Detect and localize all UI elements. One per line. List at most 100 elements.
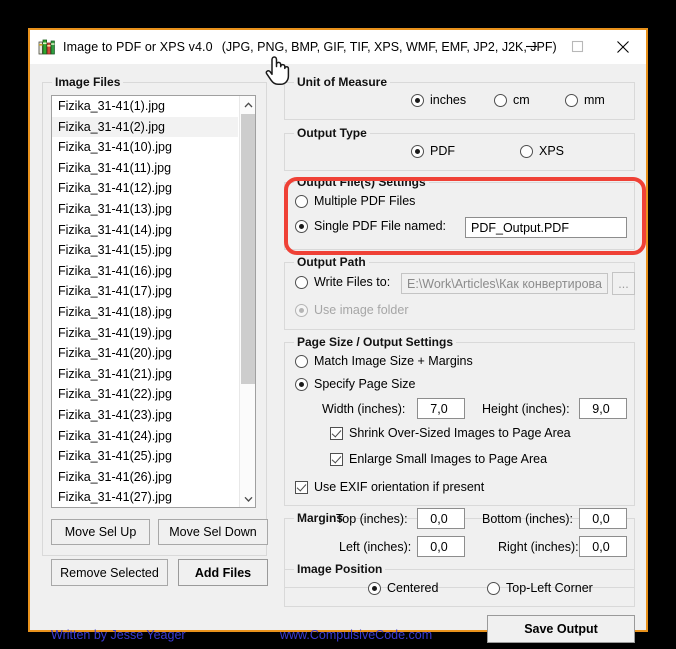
list-item[interactable]: Fizika_31-41(1).jpg	[52, 96, 238, 117]
single-pdf-file-radio[interactable]: Single PDF File named:	[295, 219, 446, 233]
shrink-oversized-label: Shrink Over-Sized Images to Page Area	[349, 426, 571, 440]
books-icon	[38, 38, 56, 56]
list-item[interactable]: Fizika_31-41(21).jpg	[52, 364, 238, 385]
list-item[interactable]: Fizika_31-41(13).jpg	[52, 199, 238, 220]
margin-bottom-label: Bottom (inches):	[482, 512, 574, 526]
list-item[interactable]: Fizika_31-41(18).jpg	[52, 302, 238, 323]
write-files-to-radio[interactable]: Write Files to:	[295, 275, 390, 289]
margin-left-value: 0,0	[430, 539, 448, 554]
list-item[interactable]: Fizika_31-41(10).jpg	[52, 137, 238, 158]
position-top-left-radio[interactable]: Top-Left Corner	[487, 581, 593, 595]
position-top-left-label: Top-Left Corner	[506, 581, 593, 595]
listbox-scrollbar[interactable]	[239, 96, 255, 507]
remove-selected-button[interactable]: Remove Selected	[51, 559, 168, 586]
unit-mm-label: mm	[584, 93, 605, 107]
website-link[interactable]: www.CompulsiveCode.com	[280, 628, 432, 642]
add-files-button[interactable]: Add Files	[178, 559, 268, 586]
list-item[interactable]: Fizika_31-41(27).jpg	[52, 487, 238, 507]
margin-bottom-input[interactable]: 0,0	[579, 508, 627, 529]
margin-top-input[interactable]: 0,0	[417, 508, 465, 529]
list-item[interactable]: Fizika_31-41(20).jpg	[52, 343, 238, 364]
use-image-folder-radio[interactable]: Use image folder	[295, 303, 409, 317]
checkbox-indicator	[330, 426, 343, 440]
list-item[interactable]: Fizika_31-41(14).jpg	[52, 220, 238, 241]
radio-indicator	[520, 144, 533, 158]
author-link[interactable]: Written by Jesse Yeager	[51, 628, 186, 642]
list-item[interactable]: Fizika_31-41(26).jpg	[52, 467, 238, 488]
multiple-pdf-files-label: Multiple PDF Files	[314, 194, 416, 208]
unit-of-measure-group-title: Unit of Measure	[294, 75, 391, 89]
match-image-size-radio[interactable]: Match Image Size + Margins	[295, 354, 473, 368]
scroll-down-icon[interactable]	[240, 490, 255, 507]
save-output-button[interactable]: Save Output	[487, 615, 635, 643]
height-label: Height (inches):	[482, 402, 570, 416]
list-item[interactable]: Fizika_31-41(15).jpg	[52, 240, 238, 261]
radio-indicator	[487, 581, 500, 595]
write-files-to-label: Write Files to:	[314, 275, 391, 289]
radio-indicator	[565, 93, 578, 107]
unit-mm-radio[interactable]: mm	[565, 93, 605, 107]
output-filename-input[interactable]: PDF_Output.PDF	[465, 217, 627, 238]
margin-right-value: 0,0	[592, 539, 610, 554]
position-centered-label: Centered	[387, 581, 439, 595]
move-sel-up-button[interactable]: Move Sel Up	[51, 519, 150, 545]
multiple-pdf-files-radio[interactable]: Multiple PDF Files	[295, 194, 415, 208]
radio-indicator	[295, 275, 308, 289]
unit-cm-radio[interactable]: cm	[494, 93, 530, 107]
scroll-up-icon[interactable]	[240, 96, 255, 113]
use-image-folder-label: Use image folder	[314, 303, 409, 317]
title-bar: Image to PDF or XPS v4.0 (JPG, PNG, BMP,…	[30, 30, 646, 64]
margin-top-value: 0,0	[430, 511, 448, 526]
margin-left-label: Left (inches):	[339, 540, 412, 554]
list-item[interactable]: Fizika_31-41(19).jpg	[52, 323, 238, 344]
checkbox-indicator	[295, 480, 308, 494]
radio-indicator	[411, 144, 424, 158]
use-exif-orientation-checkbox[interactable]: Use EXIF orientation if present	[295, 480, 484, 494]
scrollbar-thumb[interactable]	[241, 114, 255, 384]
width-label: Width (inches):	[322, 402, 406, 416]
move-sel-down-button[interactable]: Move Sel Down	[158, 519, 268, 545]
output-path-input[interactable]: E:\Work\Articles\Как конвертирова	[401, 273, 608, 294]
remove-selected-label: Remove Selected	[60, 565, 159, 580]
shrink-oversized-checkbox[interactable]: Shrink Over-Sized Images to Page Area	[330, 426, 571, 440]
browse-path-label: ...	[618, 276, 629, 291]
enlarge-small-checkbox[interactable]: Enlarge Small Images to Page Area	[330, 452, 547, 466]
list-item[interactable]: Fizika_31-41(22).jpg	[52, 384, 238, 405]
margin-right-label: Right (inches):	[498, 540, 579, 554]
radio-indicator	[295, 354, 308, 368]
unit-cm-label: cm	[513, 93, 530, 107]
page-height-input[interactable]: 9,0	[579, 398, 627, 419]
minimize-icon[interactable]	[508, 30, 554, 63]
list-item[interactable]: Fizika_31-41(25).jpg	[52, 446, 238, 467]
specify-page-size-radio[interactable]: Specify Page Size	[295, 377, 415, 391]
margin-right-input[interactable]: 0,0	[579, 536, 627, 557]
browse-path-button[interactable]: ...	[612, 272, 635, 295]
match-image-size-label: Match Image Size + Margins	[314, 354, 473, 368]
enlarge-small-label: Enlarge Small Images to Page Area	[349, 452, 548, 466]
position-centered-radio[interactable]: Centered	[368, 581, 438, 595]
list-item[interactable]: Fizika_31-41(16).jpg	[52, 261, 238, 282]
page-width-input[interactable]: 7,0	[417, 398, 465, 419]
page-size-group-title: Page Size / Output Settings	[294, 335, 457, 349]
unit-inches-radio[interactable]: inches	[411, 93, 466, 107]
output-type-xps-label: XPS	[539, 144, 565, 158]
close-icon[interactable]	[600, 30, 646, 63]
list-item[interactable]: Fizika_31-41(2).jpg	[52, 116, 238, 138]
window-title: Image to PDF or XPS v4.0	[63, 40, 213, 54]
output-filename-value: PDF_Output.PDF	[471, 220, 569, 235]
list-item[interactable]: Fizika_31-41(24).jpg	[52, 426, 238, 447]
list-item[interactable]: Fizika_31-41(17).jpg	[52, 281, 238, 302]
image-files-listbox[interactable]: Fizika_31-41(1).jpg Fizika_31-41(2).jpg Fi…	[51, 95, 256, 508]
list-item[interactable]: Fizika_31-41(11).jpg	[52, 158, 238, 179]
list-item[interactable]: Fizika_31-41(23).jpg	[52, 405, 238, 426]
page-width-value: 7,0	[430, 401, 448, 416]
output-path-group-title: Output Path	[294, 255, 369, 269]
margin-left-input[interactable]: 0,0	[417, 536, 465, 557]
output-type-pdf-radio[interactable]: PDF	[411, 144, 455, 158]
add-files-label: Add Files	[194, 565, 252, 580]
image-files-list-items: Fizika_31-41(1).jpg Fizika_31-41(2).jpg Fi…	[52, 96, 238, 507]
maximize-icon[interactable]	[554, 30, 600, 63]
output-type-xps-radio[interactable]: XPS	[520, 144, 564, 158]
client-area: Image Files Fizika_31-41(1).jpg Fizika_31…	[30, 64, 646, 643]
list-item[interactable]: Fizika_31-41(12).jpg	[52, 178, 238, 199]
